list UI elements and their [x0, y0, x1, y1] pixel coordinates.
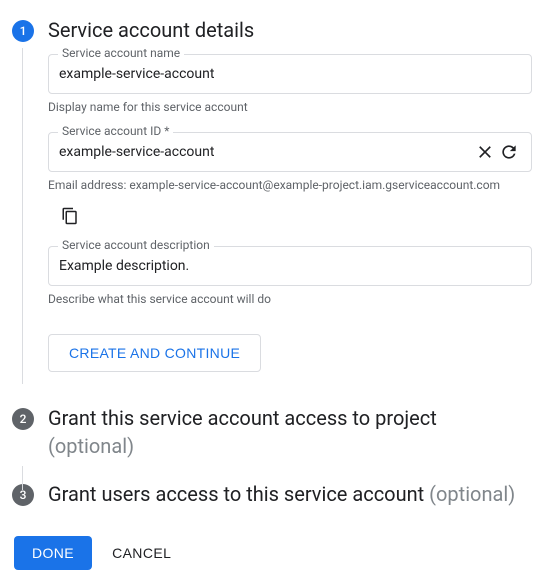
desc-input[interactable] [59, 258, 521, 274]
id-helper: Email address: example-service-account@e… [48, 178, 532, 192]
name-helper: Display name for this service account [48, 100, 532, 114]
id-field-wrapper: Service account ID * [48, 132, 532, 172]
step-1-title: Service account details [48, 16, 254, 44]
step-3-optional: (optional) [429, 482, 515, 506]
refresh-icon[interactable] [497, 140, 521, 164]
id-input[interactable] [59, 144, 473, 160]
action-row: DONE CANCEL [12, 536, 532, 570]
id-label: Service account ID * [58, 124, 173, 138]
desc-label: Service account description [58, 238, 214, 252]
name-label: Service account name [58, 46, 184, 60]
step-2-title[interactable]: Grant this service account access to pro… [48, 404, 437, 460]
clear-icon[interactable] [473, 140, 497, 164]
step-1-section: 1 Service account details Service accoun… [12, 16, 532, 392]
step-1-indicator: 1 [12, 20, 34, 42]
step-2-indicator: 2 [12, 408, 34, 430]
cancel-button[interactable]: CANCEL [112, 545, 171, 561]
create-and-continue-button[interactable]: CREATE AND CONTINUE [48, 334, 261, 372]
done-button[interactable]: DONE [14, 536, 92, 570]
step-3-indicator: 3 [12, 484, 34, 506]
step-3-title[interactable]: Grant users access to this service accou… [48, 480, 515, 508]
desc-field-wrapper: Service account description [48, 246, 532, 286]
copy-icon[interactable] [58, 204, 82, 228]
name-field-wrapper: Service account name [48, 54, 532, 94]
name-input[interactable] [59, 66, 521, 82]
step-2-section: 2 Grant this service account access to p… [12, 404, 532, 460]
step-1-content: Service account name Display name for th… [48, 54, 532, 392]
step-2-optional: (optional) [48, 434, 134, 458]
step-3-section: 3 Grant users access to this service acc… [12, 480, 532, 508]
desc-helper: Describe what this service account will … [48, 292, 532, 306]
